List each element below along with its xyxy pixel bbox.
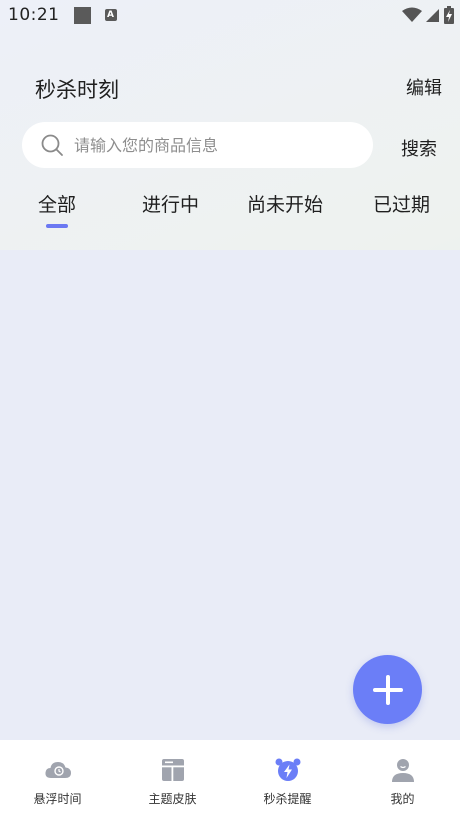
battery-icon [444, 6, 454, 24]
signal-icon [426, 9, 439, 22]
tab-in-progress[interactable]: 进行中 [142, 190, 199, 217]
nav-label: 我的 [390, 792, 415, 806]
bottom-nav: 悬浮时间 主题皮肤 秒杀提醒 我的 [0, 740, 460, 817]
plus-icon [372, 674, 403, 705]
search-box[interactable] [22, 122, 373, 168]
edit-button[interactable]: 编辑 [406, 74, 442, 100]
alarm-clock-icon [275, 758, 300, 781]
status-bar: 10:21 A [0, 0, 460, 30]
active-tab-indicator [46, 224, 68, 228]
status-time: 10:21 [8, 5, 60, 25]
nav-label: 秒杀提醒 [263, 792, 312, 806]
nav-label: 主题皮肤 [148, 792, 197, 806]
layout-icon [161, 759, 184, 781]
page-title: 秒杀时刻 [35, 78, 119, 102]
nav-item-theme-skin[interactable]: 主题皮肤 [115, 740, 230, 817]
status-indicators [402, 6, 454, 24]
search-input[interactable] [74, 135, 344, 155]
tab-not-started[interactable]: 尚未开始 [247, 190, 323, 217]
tab-expired[interactable]: 已过期 [373, 190, 430, 217]
filter-tabs: 全部 进行中 尚未开始 已过期 [0, 190, 460, 232]
nav-item-flash-sale-reminder[interactable]: 秒杀提醒 [230, 740, 345, 817]
cloud-clock-icon [44, 762, 71, 778]
tab-all[interactable]: 全部 [38, 190, 76, 217]
nav-item-floating-time[interactable]: 悬浮时间 [0, 740, 115, 817]
user-icon [391, 759, 414, 782]
notification-square-icon [73, 6, 91, 24]
search-icon [41, 134, 63, 156]
nav-label: 悬浮时间 [33, 792, 82, 806]
search-button[interactable]: 搜索 [401, 135, 437, 161]
add-button[interactable] [353, 655, 422, 724]
notification-a-icon: A [104, 9, 117, 21]
nav-item-mine[interactable]: 我的 [345, 740, 460, 817]
wifi-icon [402, 7, 422, 22]
